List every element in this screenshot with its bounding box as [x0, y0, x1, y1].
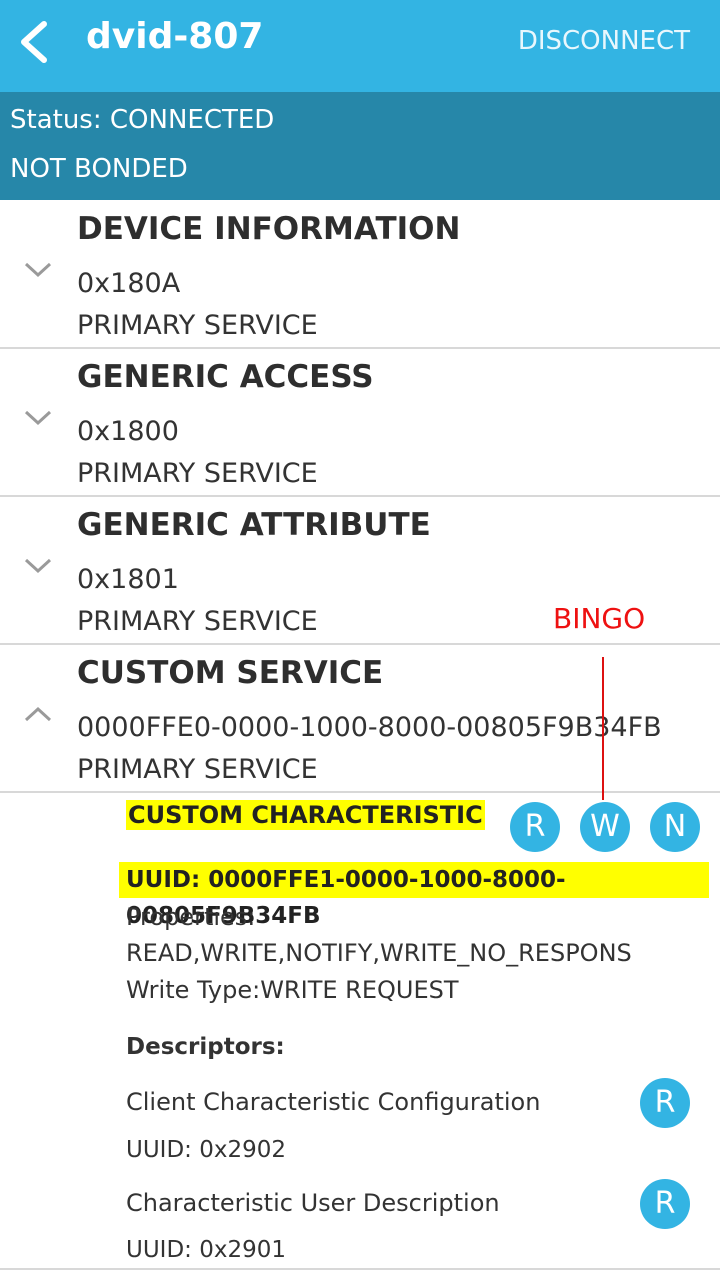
- characteristic-name: CUSTOM CHARACTERISTIC: [126, 800, 485, 830]
- bingo-annotation: BINGO: [553, 602, 646, 635]
- service-row-device-information[interactable]: DEVICE INFORMATION 0x180A PRIMARY SERVIC…: [0, 200, 720, 349]
- connection-status: Status: CONNECTED: [10, 105, 275, 135]
- chevron-up-icon: [24, 706, 52, 722]
- characteristic-uuid: UUID: 0000FFE1-0000-1000-8000-00805F9B34…: [119, 862, 709, 929]
- app-bar: dvid-807 DISCONNECT: [0, 0, 720, 92]
- properties-value: READ,WRITE,NOTIFY,WRITE_NO_RESPONS: [126, 939, 632, 967]
- read-button[interactable]: R: [510, 802, 560, 852]
- service-uuid: 0000FFE0-0000-1000-8000-00805F9B34FB: [77, 712, 662, 743]
- chevron-down-icon: [24, 262, 52, 278]
- bond-status: NOT BONDED: [10, 154, 188, 184]
- service-type: PRIMARY SERVICE: [77, 458, 318, 489]
- write-type: Write Type:WRITE REQUEST: [126, 976, 459, 1004]
- service-name: DEVICE INFORMATION: [77, 211, 461, 247]
- service-uuid: 0x1801: [77, 564, 179, 595]
- service-name: CUSTOM SERVICE: [77, 655, 384, 691]
- service-type: PRIMARY SERVICE: [77, 754, 318, 785]
- service-uuid: 0x180A: [77, 268, 181, 299]
- descriptor-uuid: UUID: 0x2902: [126, 1137, 287, 1163]
- descriptor-name: Characteristic User Description: [126, 1189, 500, 1217]
- service-row-generic-access[interactable]: GENERIC ACCESS 0x1800 PRIMARY SERVICE: [0, 348, 720, 497]
- service-uuid: 0x1800: [77, 416, 179, 447]
- properties-label: Properties:: [126, 903, 256, 931]
- device-title: dvid-807: [86, 16, 264, 57]
- status-bar: Status: CONNECTED NOT BONDED: [0, 92, 720, 200]
- descriptor-read-button[interactable]: R: [640, 1179, 690, 1229]
- notify-button[interactable]: N: [650, 802, 700, 852]
- descriptor-uuid: UUID: 0x2901: [126, 1237, 287, 1263]
- chevron-down-icon: [24, 410, 52, 426]
- service-type: PRIMARY SERVICE: [77, 310, 318, 341]
- service-name: GENERIC ATTRIBUTE: [77, 507, 431, 543]
- back-button[interactable]: [14, 18, 58, 66]
- write-button[interactable]: W: [580, 802, 630, 852]
- service-name: GENERIC ACCESS: [77, 359, 374, 395]
- chevron-down-icon: [24, 558, 52, 574]
- service-row-custom-service[interactable]: CUSTOM SERVICE 0000FFE0-0000-1000-8000-0…: [0, 644, 720, 793]
- descriptors-header: Descriptors:: [126, 1034, 285, 1060]
- descriptor-name: Client Characteristic Configuration: [126, 1088, 541, 1116]
- disconnect-button[interactable]: DISCONNECT: [518, 26, 690, 56]
- annotation-pointer-line: [602, 657, 604, 800]
- chevron-left-icon: [21, 21, 47, 63]
- descriptor-read-button[interactable]: R: [640, 1078, 690, 1128]
- service-type: PRIMARY SERVICE: [77, 606, 318, 637]
- divider: [0, 1268, 720, 1270]
